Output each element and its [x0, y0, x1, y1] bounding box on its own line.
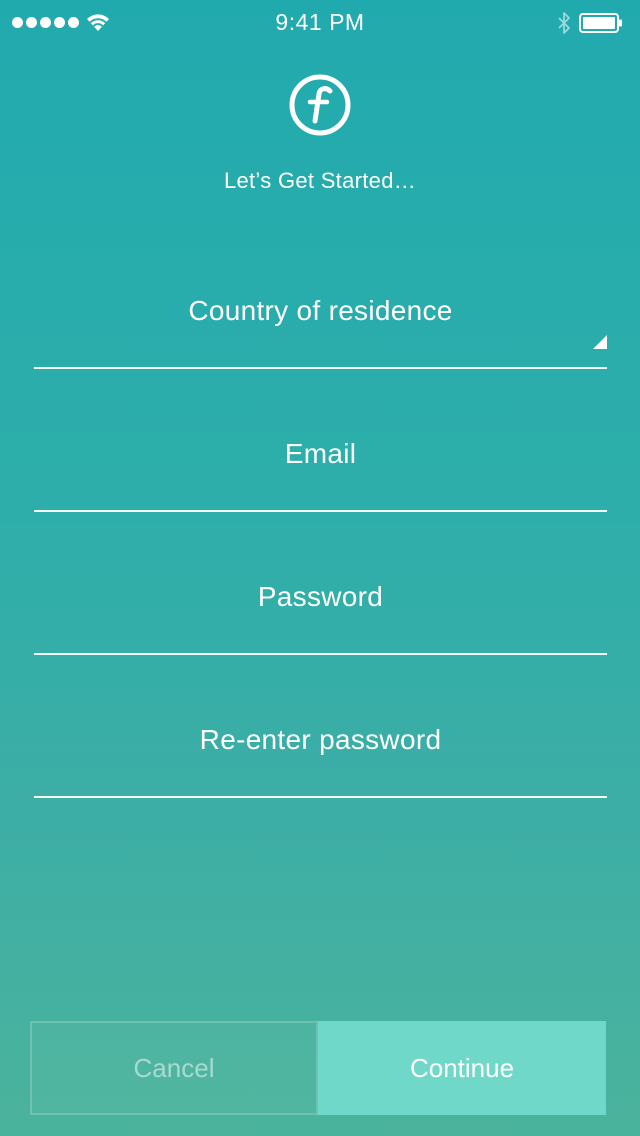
- reenter-password-field[interactable]: Re-enter password: [34, 706, 607, 798]
- bluetooth-icon: [558, 12, 570, 34]
- password-field[interactable]: Password: [34, 563, 607, 655]
- cancel-button[interactable]: Cancel: [30, 1021, 318, 1115]
- continue-button[interactable]: Continue: [318, 1021, 606, 1115]
- signup-screen: 9:41 PM Let’s Get Started… Country of re…: [0, 0, 640, 1136]
- dropdown-arrow-icon: [593, 335, 607, 349]
- page-title: Let’s Get Started…: [223, 168, 417, 193]
- status-time: 9:41 PM: [275, 9, 365, 35]
- reenter-password-placeholder: Re-enter password: [199, 724, 442, 755]
- email-field[interactable]: Email: [34, 420, 607, 512]
- app-logo-icon: [289, 74, 351, 136]
- status-bar: 9:41 PM: [0, 0, 640, 40]
- battery-icon: [579, 13, 622, 33]
- country-select[interactable]: Country of residence: [34, 277, 607, 369]
- country-placeholder: Country of residence: [188, 295, 453, 326]
- email-placeholder: Email: [284, 438, 357, 469]
- password-placeholder: Password: [257, 581, 384, 612]
